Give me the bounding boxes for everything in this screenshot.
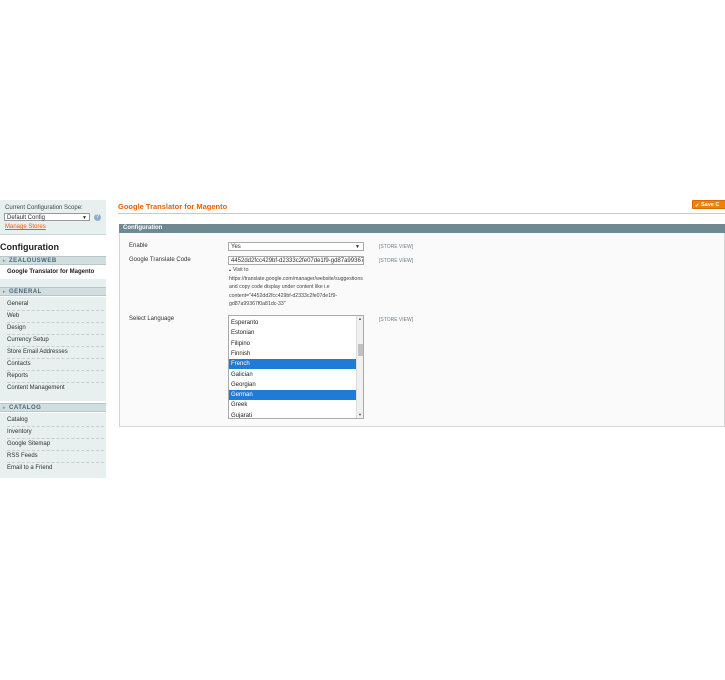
help-icon[interactable]: ?	[94, 214, 101, 221]
note-line: https://translate.google.com/manager/web…	[229, 275, 363, 282]
language-option[interactable]: Georgian	[229, 380, 357, 390]
scope-label: Current Configuration Scope:	[5, 205, 83, 211]
config-panel-body	[119, 233, 725, 427]
arrow-up-icon: ▴	[229, 267, 232, 272]
save-config-button[interactable]: ✔ Save C	[692, 200, 725, 209]
sidebar-section-general[interactable]: ▸ GENERAL	[0, 287, 106, 296]
enable-scope-tag: [STORE VIEW]	[379, 244, 414, 250]
note-line: Visit to	[233, 267, 249, 273]
language-option[interactable]: Filipino	[229, 339, 357, 349]
config-panel-header[interactable]: Configuration	[119, 224, 725, 233]
language-option[interactable]: German	[229, 390, 357, 401]
chevron-down-icon: ▼	[355, 244, 360, 250]
enable-select[interactable]: Yes ▼	[228, 242, 364, 251]
sidebar-item-email-friend[interactable]: Email to a Friend	[7, 462, 104, 474]
scroll-down-icon[interactable]: ▼	[357, 412, 363, 418]
language-scope-tag: [STORE VIEW]	[379, 317, 414, 323]
sidebar-section-zealousweb[interactable]: ▸ ZEALOUSWEB	[0, 256, 106, 265]
language-scrollbar[interactable]: ▲ ▼	[356, 316, 363, 418]
chevron-down-icon: ▼	[82, 215, 87, 221]
language-multiselect[interactable]: Esperanto Estonian Filipino Finnish Fren…	[228, 315, 364, 419]
sidebar-item-google-translator[interactable]: Google Translator for Magento	[0, 266, 106, 279]
triangle-icon: ▸	[3, 258, 7, 264]
sidebar-group-general: General Web Design Currency Setup Store …	[0, 297, 106, 401]
language-option[interactable]: Estonian	[229, 328, 357, 338]
sidebar-section-label: GENERAL	[9, 289, 42, 295]
language-option[interactable]: Finnish	[229, 349, 357, 359]
page-title: Google Translator for Magento	[118, 202, 228, 211]
sidebar-item-content-management[interactable]: Content Management	[7, 382, 104, 394]
sidebar-group-catalog: Catalog Inventory Google Sitemap RSS Fee…	[0, 413, 106, 478]
sidebar-spacer	[0, 279, 106, 287]
save-icon: ✔	[695, 203, 700, 209]
scrollbar-thumb[interactable]	[358, 344, 363, 356]
language-option[interactable]: Esperanto	[229, 318, 357, 328]
language-option[interactable]: French	[229, 359, 357, 370]
scroll-up-icon[interactable]: ▲	[357, 316, 363, 322]
triangle-icon: ▸	[3, 289, 7, 295]
enable-label: Enable	[129, 243, 148, 249]
language-label: Select Language	[129, 316, 175, 322]
language-option[interactable]: Galician	[229, 370, 357, 380]
language-option[interactable]: Greek	[229, 400, 357, 410]
save-button-label: Save C	[701, 202, 720, 208]
triangle-icon: ▸	[3, 405, 7, 411]
scope-select[interactable]: Default Config ▼	[4, 213, 90, 221]
title-divider	[118, 213, 725, 214]
enable-select-value: Yes	[231, 244, 241, 250]
translate-code-input[interactable]: 4452dd2fcc429bf-d2333c2fe07de1f9-gd87a99…	[228, 256, 364, 265]
code-scope-tag: [STORE VIEW]	[379, 258, 414, 264]
sidebar-section-label: CATALOG	[9, 405, 42, 411]
note-line: gd87a99367f0a81dc-33"	[229, 301, 286, 308]
sidebar-title: Configuration	[0, 242, 59, 252]
note-line: content="4452dd2fcc429bf-d2333c2fe07de1f…	[229, 292, 338, 299]
scope-select-value: Default Config	[7, 215, 46, 221]
manage-stores-link[interactable]: Manage Stores	[5, 224, 46, 230]
sidebar-section-label: ZEALOUSWEB	[9, 258, 57, 264]
code-note: ▴ Visit to https://translate.google.com/m…	[229, 266, 375, 309]
note-line: and copy code display under content like…	[229, 284, 330, 291]
sidebar-section-catalog[interactable]: ▸ CATALOG	[0, 403, 106, 412]
language-option[interactable]: Gujarati	[229, 411, 357, 418]
code-label: Google Translate Code	[129, 257, 191, 263]
